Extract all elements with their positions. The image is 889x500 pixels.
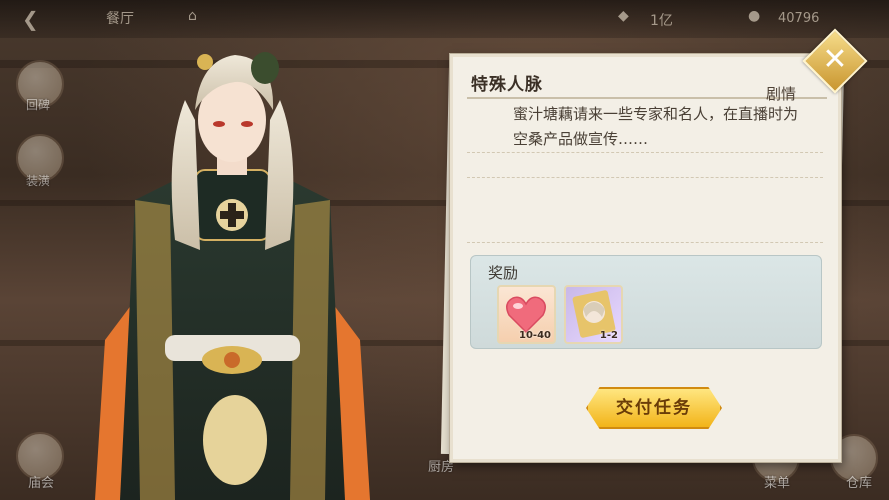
divider	[467, 152, 823, 153]
bottom-left-label: 庙会	[28, 476, 55, 491]
submit-quest-button[interactable]: 交付任务	[586, 387, 722, 429]
home-icon[interactable]: ⌂	[188, 8, 197, 24]
side-label-2: 装潢	[26, 174, 51, 188]
reward-qty: 1-2	[599, 330, 618, 341]
storage-label: 仓库	[846, 476, 873, 491]
reward-item-portrait[interactable]: 1-2	[564, 285, 623, 344]
coin-amount: 40796	[778, 11, 820, 26]
quest-title: 特殊人脉	[471, 75, 543, 95]
close-icon[interactable]: ✕	[812, 38, 858, 84]
coin-icon: ●	[748, 8, 761, 24]
quest-description: 蜜汁塘藕请来一些专家和名人，在直播时为空桑产品做宣传……	[513, 105, 799, 148]
back-arrow-icon[interactable]: ❮	[22, 7, 39, 31]
menu-label: 菜单	[764, 476, 791, 491]
quest-type-tag: 剧情	[765, 85, 796, 103]
divider	[467, 177, 823, 178]
divider	[467, 242, 823, 243]
location-title: 餐厅	[106, 11, 134, 27]
reward-label: 奖励	[488, 264, 519, 282]
character-portrait	[95, 52, 370, 500]
side-label-1: 回碑	[26, 98, 51, 112]
reward-qty: 10-40	[519, 330, 551, 341]
energy-icon: ◆	[618, 8, 629, 24]
currency-amount: 1亿	[650, 13, 673, 29]
reward-item-heart[interactable]: 10-40	[497, 285, 556, 344]
